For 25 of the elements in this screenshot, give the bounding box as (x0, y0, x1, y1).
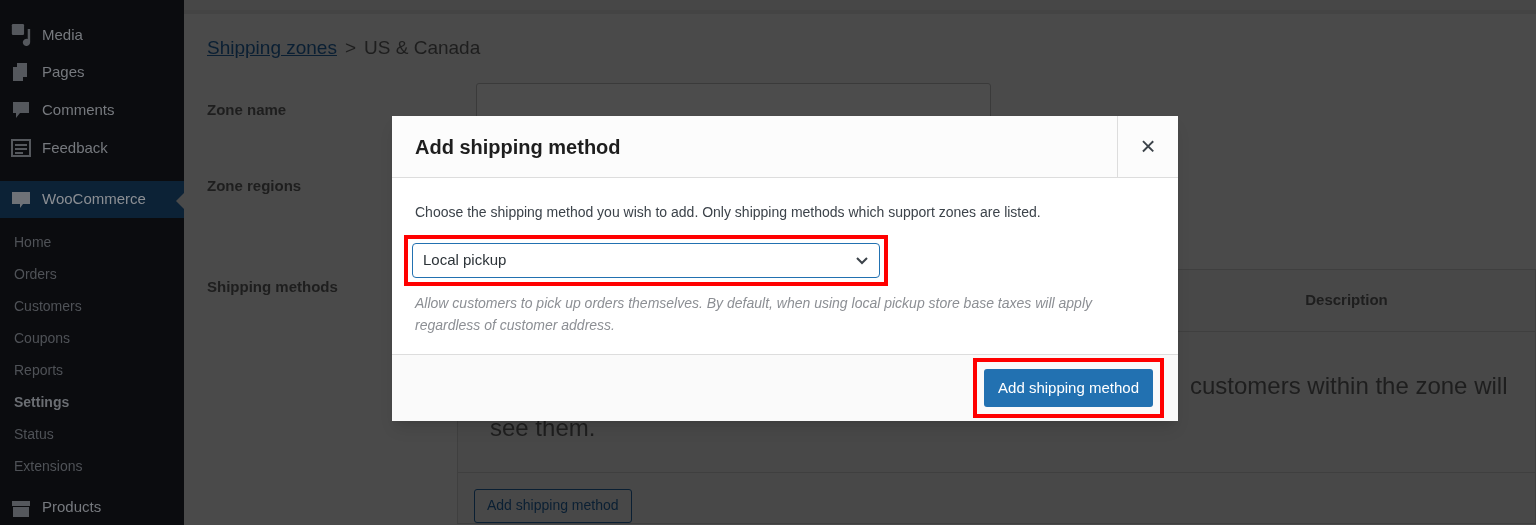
submenu-item[interactable]: Customers (0, 290, 184, 323)
breadcrumb-separator: > (344, 36, 357, 60)
sidebar-item[interactable]: Products (0, 490, 184, 525)
media-icon (10, 23, 32, 46)
submenu-item[interactable]: Settings (0, 386, 184, 419)
close-button[interactable]: × (1117, 116, 1178, 177)
submenu-item[interactable]: Extensions (0, 450, 184, 483)
sidebar-item[interactable]: WooCommerce (0, 180, 184, 219)
modal-intro: Choose the shipping method you wish to add. Only shipping methods which support zones are listed. (415, 203, 1042, 222)
submenu-item[interactable]: Coupons (0, 322, 184, 355)
sidebar-item[interactable]: Feedback (0, 128, 184, 167)
current-pointer-icon (176, 192, 184, 209)
add-shipping-method-button[interactable]: Add shipping method (984, 369, 1153, 407)
method-description: Allow customers to pick up orders themselves. By default, when using local pickup store base taxes will apply regardless of customer address. (415, 294, 1094, 335)
sidebar-item[interactable]: Media (0, 16, 184, 54)
submenu-item[interactable]: Orders (0, 258, 184, 291)
chevron-down-icon (855, 255, 869, 266)
submenu-item[interactable]: Reports (0, 354, 184, 387)
sidebar-item[interactable]: Pages (0, 53, 184, 92)
sidebar-item[interactable]: Comments (0, 91, 184, 129)
submenu-item[interactable]: Home (0, 226, 184, 259)
form-icon (10, 136, 32, 159)
method-select[interactable]: Local pickup (412, 243, 880, 278)
submenu-item[interactable]: Status (0, 418, 184, 451)
modal-title: Add shipping method (414, 134, 622, 160)
